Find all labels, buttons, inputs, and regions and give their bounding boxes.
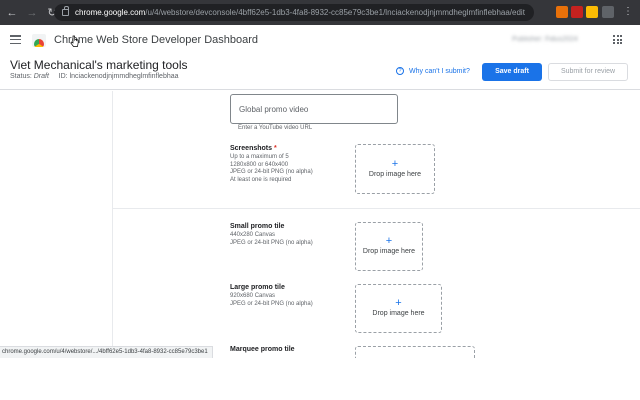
- back-icon[interactable]: ←: [4, 7, 20, 19]
- save-draft-button[interactable]: Save draft: [482, 63, 542, 81]
- help-icon: ?: [396, 67, 404, 75]
- plus-icon: +: [391, 158, 399, 170]
- submit-for-review-button[interactable]: Submit for review: [548, 63, 628, 81]
- screenshots-description: Up to a maximum of 5 1280x800 or 640x400…: [230, 154, 313, 183]
- browser-menu-icon[interactable]: ⋮: [620, 6, 636, 18]
- large-promo-tile-label: Large promo tile: [230, 284, 285, 291]
- dropzone-label: Drop image here: [372, 310, 425, 317]
- marquee-promo-tile-label: Marquee promo tile: [230, 346, 295, 353]
- chrome-web-store-logo-icon: [32, 34, 46, 47]
- small-promo-tile-label: Small promo tile: [230, 223, 285, 230]
- status-value: Draft: [33, 73, 49, 80]
- item-status: Status: Draft ID: lnciackenodjnjmmdheglm…: [10, 73, 179, 80]
- screenshots-dropzone[interactable]: + Drop image here: [355, 144, 435, 194]
- extension-icon[interactable]: [556, 6, 568, 18]
- promo-video-helper: Enter a YouTube video URL: [238, 125, 313, 131]
- status-label: Status:: [10, 73, 32, 80]
- menu-icon[interactable]: [10, 35, 21, 44]
- lock-icon: [62, 6, 69, 16]
- large-promo-tile-description: 920x680 Canvas JPEG or 24-bit PNG (no al…: [230, 293, 313, 307]
- section-divider: [113, 208, 640, 209]
- publisher-name[interactable]: Publisher: Fidus2024: [512, 36, 578, 43]
- mouse-cursor-icon: [70, 35, 79, 47]
- small-promo-tile-dropzone[interactable]: + Drop image here: [355, 222, 423, 271]
- apps-grid-icon[interactable]: [613, 35, 622, 44]
- required-mark: *: [273, 145, 277, 152]
- url-text: chrome.google.com/u/4/webstore/devconsol…: [75, 8, 525, 17]
- forward-icon[interactable]: →: [24, 7, 40, 19]
- small-promo-tile-description: 440x280 Canvas JPEG or 24-bit PNG (no al…: [230, 232, 313, 246]
- item-header: Viet Mechanical's marketing tools Status…: [0, 57, 640, 90]
- main-content[interactable]: Enter a YouTube video URL Screenshots * …: [0, 91, 640, 358]
- address-bar[interactable]: chrome.google.com/u/4/webstore/devconsol…: [54, 4, 534, 21]
- id-label: ID:: [58, 73, 68, 80]
- promo-video-field[interactable]: [230, 94, 398, 124]
- help-link-label: Why can't I submit?: [409, 67, 470, 75]
- dropzone-label: Drop image here: [368, 171, 422, 178]
- dropzone-label: Drop image here: [362, 248, 416, 255]
- screenshots-label: Screenshots *: [230, 145, 277, 152]
- extension-icon[interactable]: [586, 6, 598, 18]
- browser-toolbar: ← → ↻ chrome.google.com/u/4/webstore/dev…: [0, 0, 640, 25]
- page-bottom-area: [0, 358, 640, 400]
- why-cant-submit-link[interactable]: ? Why can't I submit?: [396, 67, 470, 75]
- plus-icon: +: [395, 297, 402, 309]
- app-title: Chrome Web Store Developer Dashboard: [54, 34, 259, 46]
- app-header: Chrome Web Store Developer Dashboard Pub…: [0, 25, 640, 57]
- id-value: lnciackenodjnjmmdheglmfinflebhaa: [69, 73, 179, 80]
- marquee-promo-tile-dropzone[interactable]: [355, 346, 475, 358]
- item-name: Viet Mechanical's marketing tools: [10, 58, 188, 72]
- plus-icon: +: [385, 235, 393, 247]
- link-status-bubble: chrome.google.com/u/4/webstore/.../4bff6…: [0, 346, 213, 358]
- promo-video-input[interactable]: [231, 95, 397, 123]
- large-promo-tile-dropzone[interactable]: + Drop image here: [355, 284, 442, 333]
- extension-icon[interactable]: [602, 6, 614, 18]
- extension-icon[interactable]: [571, 6, 583, 18]
